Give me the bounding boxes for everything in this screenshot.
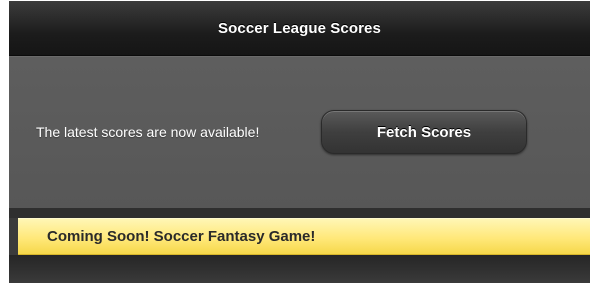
coming-soon-banner: Coming Soon! Soccer Fantasy Game! bbox=[18, 218, 590, 255]
header-bar: Soccer League Scores bbox=[9, 1, 590, 56]
footer-bar bbox=[9, 255, 590, 283]
divider bbox=[9, 208, 590, 218]
page-title: Soccer League Scores bbox=[218, 19, 381, 37]
scores-available-message: The latest scores are now available! bbox=[36, 124, 260, 140]
main-content: The latest scores are now available! Fet… bbox=[9, 56, 590, 208]
banner-text: Coming Soon! Soccer Fantasy Game! bbox=[47, 228, 316, 245]
fetch-scores-button[interactable]: Fetch Scores bbox=[321, 110, 527, 154]
app-frame: Soccer League Scores The latest scores a… bbox=[9, 1, 590, 283]
